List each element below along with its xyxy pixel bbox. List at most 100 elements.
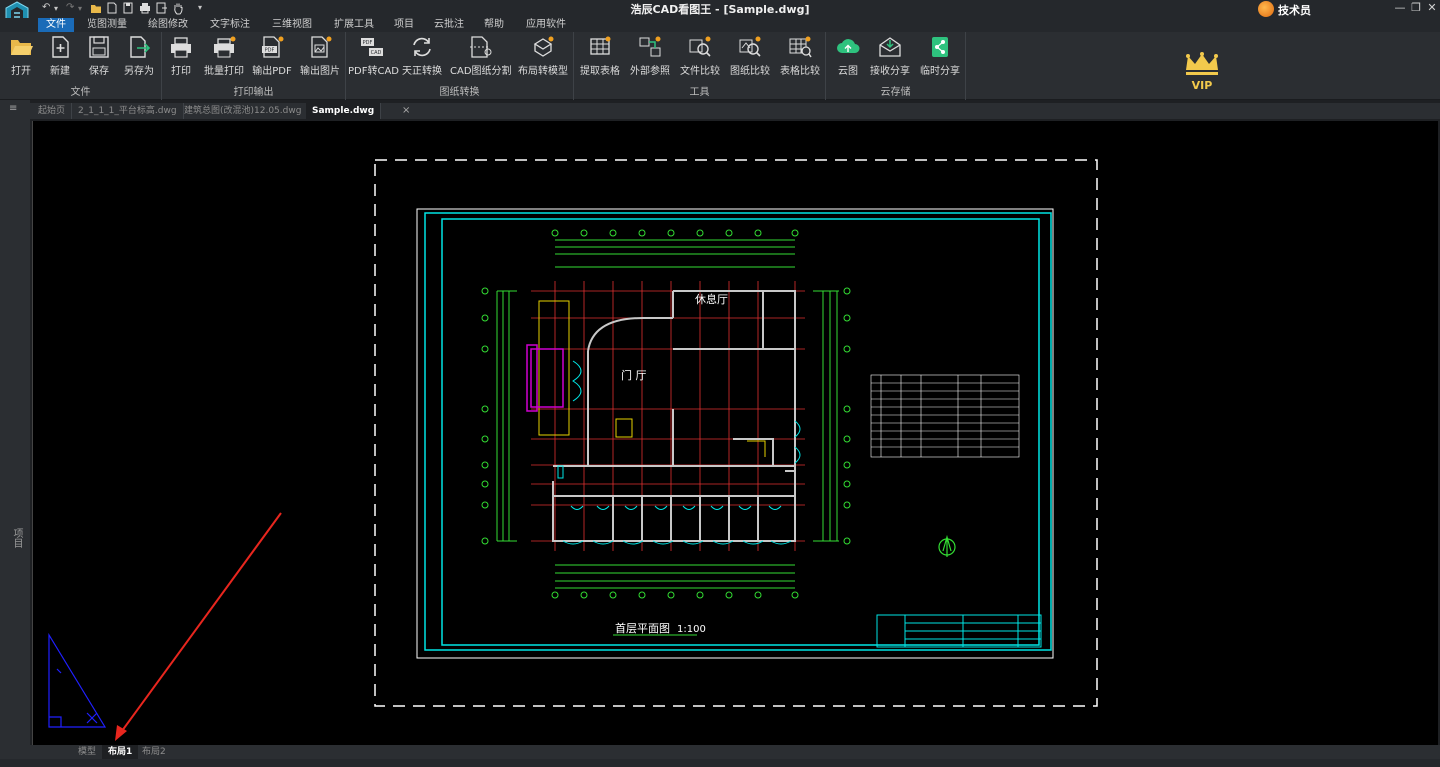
- vip-label: VIP: [1192, 79, 1213, 92]
- title-bar: ↶ ▾ ↷ ▾ ▾ 浩辰CAD看图王 - [Sample.dwg] 技术员 — …: [0, 0, 1440, 29]
- door-arcs: [557, 360, 801, 545]
- menu-cloud-annotate[interactable]: 云批注: [426, 18, 472, 32]
- table-extract-icon: [590, 36, 611, 55]
- pdf-to-cad-button[interactable]: PDF CAD PDF转CAD: [348, 36, 399, 77]
- ribbon-group-label-convert: 图纸转换: [439, 87, 480, 98]
- ribbon-group-label-file: 文件: [70, 87, 91, 98]
- table-compare-icon: [789, 36, 812, 58]
- drawing-compare-icon: [739, 36, 761, 57]
- app-window: ↶ ▾ ↷ ▾ ▾ 浩辰CAD看图王 - [Sample.dwg] 技术员 — …: [0, 0, 1440, 767]
- drawing-compare-button[interactable]: 图纸比较: [728, 36, 772, 77]
- magenta-element: [526, 344, 564, 412]
- svg-text:CAD: CAD: [371, 50, 382, 56]
- drawing-split-icon: [470, 36, 492, 58]
- new-file-icon: [52, 36, 69, 58]
- save-disk-icon: [89, 36, 109, 58]
- menu-text-dimension[interactable]: 文字标注: [202, 18, 258, 32]
- room-label-lobby: 门 厅: [621, 368, 647, 382]
- export-image-button[interactable]: 输出图片: [298, 36, 342, 77]
- door-schedule-table: [870, 374, 1020, 458]
- left-axis-bubbles: [481, 287, 489, 545]
- save-as-button[interactable]: 另存为: [120, 36, 158, 77]
- menu-draw-modify[interactable]: 绘图修改: [140, 18, 196, 32]
- doc-tab-sample[interactable]: Sample.dwg: [306, 103, 382, 119]
- table-compare-button[interactable]: 表格比较: [778, 36, 822, 77]
- menu-3d-view[interactable]: 三维视图: [264, 18, 320, 32]
- open-button[interactable]: 打开: [4, 36, 38, 77]
- building-walls: [552, 290, 796, 542]
- convert-arrows-icon: [413, 37, 431, 57]
- print-area-boundary: [374, 159, 1098, 707]
- top-axis-bubbles: [551, 229, 799, 237]
- svg-text:PDF: PDF: [363, 40, 373, 46]
- side-panel-project-tab[interactable]: 项目: [9, 528, 24, 548]
- close-window-button[interactable]: ✕: [1422, 1, 1440, 17]
- new-button[interactable]: 新建: [43, 36, 77, 77]
- receive-share-button[interactable]: 接收分享: [868, 36, 912, 77]
- layout-tab-model[interactable]: 模型: [72, 745, 102, 759]
- menu-view-measure[interactable]: 览图测量: [79, 18, 135, 32]
- folder-open-icon: [11, 40, 33, 55]
- pdf-to-cad-icon: PDF CAD: [361, 38, 383, 56]
- ribbon-group-tools: 提取表格 外部参照 文件比较 图纸比较 表格比较 工具: [574, 32, 826, 100]
- title-block: [876, 614, 1042, 648]
- room-label-lounge: 休息厅: [695, 292, 728, 306]
- sheet-border-frame: [424, 212, 1052, 651]
- layout-tabs: 模型 布局1 布局2: [30, 745, 1440, 759]
- menu-apps[interactable]: 应用软件: [518, 18, 574, 32]
- layout-tab-layout2[interactable]: 布局2: [136, 745, 172, 759]
- cloud-drawing-button[interactable]: 云图: [830, 36, 866, 77]
- menu-bar: 文件 览图测量 绘图修改 文字标注 三维视图 扩展工具 项目 云批注 帮助 应用…: [0, 18, 1440, 32]
- share-icon: [932, 37, 948, 57]
- close-tab-icon[interactable]: ×: [402, 103, 410, 119]
- bottom-axis-bubbles: [551, 591, 799, 599]
- save-button[interactable]: 保存: [82, 36, 116, 77]
- ucs-icon: [48, 632, 107, 728]
- sheet-outer-frame: [416, 208, 1054, 659]
- tangent-convert-button[interactable]: 天正转换: [400, 36, 444, 77]
- drawing-title: 首层平面图: [615, 621, 670, 635]
- bottom-dimensions: [555, 564, 795, 589]
- cad-split-button[interactable]: CAD图纸分割: [450, 36, 512, 77]
- ribbon-group-cloud: 云图 接收分享 临时分享 云存储: [826, 32, 966, 100]
- document-tabs: 起始页 2_1_1_1_平台标高.dwg 建筑总图(改混池)12.05.dwg …: [30, 103, 1440, 119]
- side-menu-icon[interactable]: ≡: [9, 103, 17, 114]
- batch-print-button[interactable]: 批量打印: [202, 36, 246, 77]
- ribbon-group-convert: PDF CAD PDF转CAD 天正转换 CAD图纸分割 布局转模型 图纸转换: [346, 32, 574, 100]
- north-arrow-icon: [938, 534, 956, 557]
- layout-to-model-button[interactable]: 布局转模型: [516, 36, 570, 77]
- ribbon-group-print: 打印 批量打印 PDF 输出PDF 输出图片 打印输出: [162, 32, 346, 100]
- save-as-icon: [130, 36, 151, 58]
- user-name[interactable]: 技术员: [1278, 2, 1311, 18]
- ribbon-toolbar: 打开 新建 保存 另存为 文件 打印 批量打印 PDF 输出PDF 输出图片 打…: [0, 32, 1440, 100]
- drawing-scale: 1:100: [677, 624, 706, 635]
- menu-project[interactable]: 项目: [386, 18, 422, 32]
- top-dimensions: [555, 239, 795, 268]
- cad-drawing: 休息厅 门 厅 首层平面图 1:100: [48, 159, 1098, 741]
- file-compare-button[interactable]: 文件比较: [678, 36, 722, 77]
- batch-printer-icon: [214, 36, 236, 58]
- menu-extend-tools[interactable]: 扩展工具: [326, 18, 382, 32]
- temp-share-button[interactable]: 临时分享: [918, 36, 962, 77]
- doc-tab-start-page[interactable]: 起始页: [32, 103, 73, 119]
- right-axis-bubbles: [843, 287, 851, 545]
- user-avatar[interactable]: [1258, 1, 1274, 17]
- yellow-elements: [538, 300, 766, 457]
- side-panel-strip: ≡ 项目: [0, 100, 30, 767]
- menu-help[interactable]: 帮助: [476, 18, 512, 32]
- doc-tab-platform-elevation[interactable]: 2_1_1_1_平台标高.dwg: [72, 103, 184, 119]
- layout-tab-layout1[interactable]: 布局1: [102, 745, 139, 759]
- pdf-export-icon: PDF: [262, 36, 284, 58]
- vip-crown-icon[interactable]: VIP: [1180, 50, 1224, 94]
- xref-button[interactable]: 外部参照: [628, 36, 672, 77]
- menu-file[interactable]: 文件: [38, 18, 74, 32]
- image-export-icon: [311, 36, 332, 58]
- print-button[interactable]: 打印: [164, 36, 198, 77]
- doc-tab-site-plan[interactable]: 建筑总图(改混池)12.05.dwg: [178, 103, 309, 119]
- status-bar: [0, 759, 1440, 767]
- layout-model-icon: [533, 36, 554, 57]
- extract-table-button[interactable]: 提取表格: [578, 36, 622, 77]
- file-compare-icon: [689, 36, 711, 57]
- export-pdf-button[interactable]: PDF 输出PDF: [250, 36, 294, 77]
- cad-canvas[interactable]: 休息厅 门 厅 首层平面图 1:100: [32, 121, 1438, 745]
